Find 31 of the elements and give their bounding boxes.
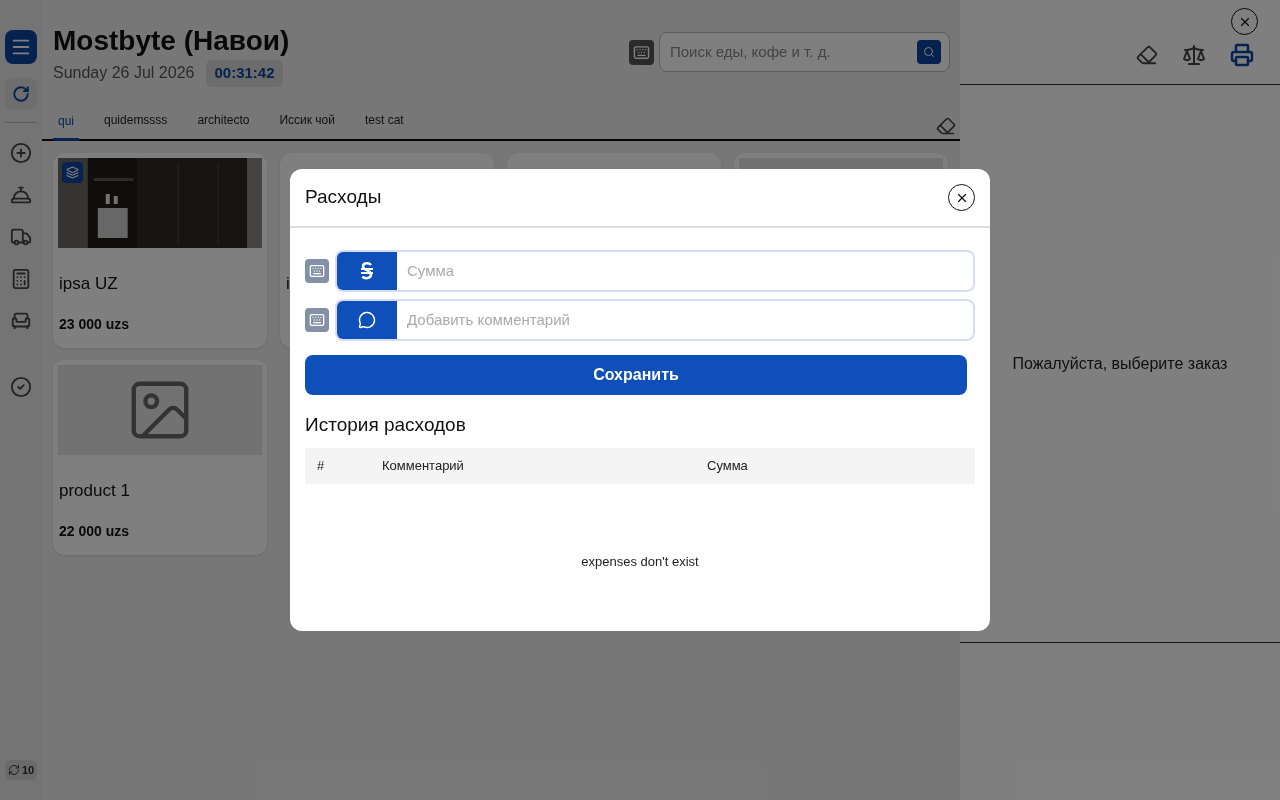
sync-badge[interactable]: 10 [4, 759, 38, 780]
product-name: product 1 [59, 479, 130, 502]
empty-history-message: expenses don't exist [581, 552, 699, 571]
clock-badge: 00:31:42 [206, 60, 283, 87]
category-tab[interactable]: test cat [359, 110, 409, 139]
product-price: 23 000 uzs [59, 314, 131, 334]
empty-order-message: Пожалуйста, выберите заказ [1012, 353, 1228, 374]
column-header: Комментарий [382, 456, 465, 475]
product-price: 22 000 uzs [59, 521, 131, 541]
dialog-title: Расходы [305, 185, 382, 210]
column-header: Сумма [707, 456, 749, 475]
category-tab[interactable]: architecto [192, 110, 255, 139]
save-button[interactable]: Сохранить [305, 355, 967, 395]
sync-count: 10 [21, 762, 35, 778]
category-tab[interactable]: Иссик чой [274, 110, 340, 139]
product-card[interactable]: ipsa UZ 23 000 uzs [53, 152, 267, 348]
input-field[interactable]: Сумма [335, 250, 975, 292]
search-input[interactable]: Поиск еды, кофе и т. д. [670, 40, 917, 64]
category-tab[interactable]: qui [53, 111, 79, 141]
search-field[interactable]: Поиск еды, кофе и т. д. [659, 32, 950, 72]
date-text: Sunday 26 Jul 2026 [53, 63, 195, 84]
product-card[interactable]: product 1 22 000 uzs [53, 359, 267, 555]
product-name: ipsa UZ [59, 272, 118, 295]
column-header: # [316, 456, 326, 475]
product-name: i [286, 272, 290, 295]
page-title: Mostbyte (Навои) [53, 24, 290, 58]
category-tab[interactable]: quidemssss [99, 110, 173, 139]
text-input[interactable]: Добавить комментарий [397, 301, 973, 339]
text-input[interactable]: Сумма [397, 252, 973, 290]
input-field[interactable]: Добавить комментарий [335, 299, 975, 341]
history-title: История расходов [304, 413, 467, 437]
